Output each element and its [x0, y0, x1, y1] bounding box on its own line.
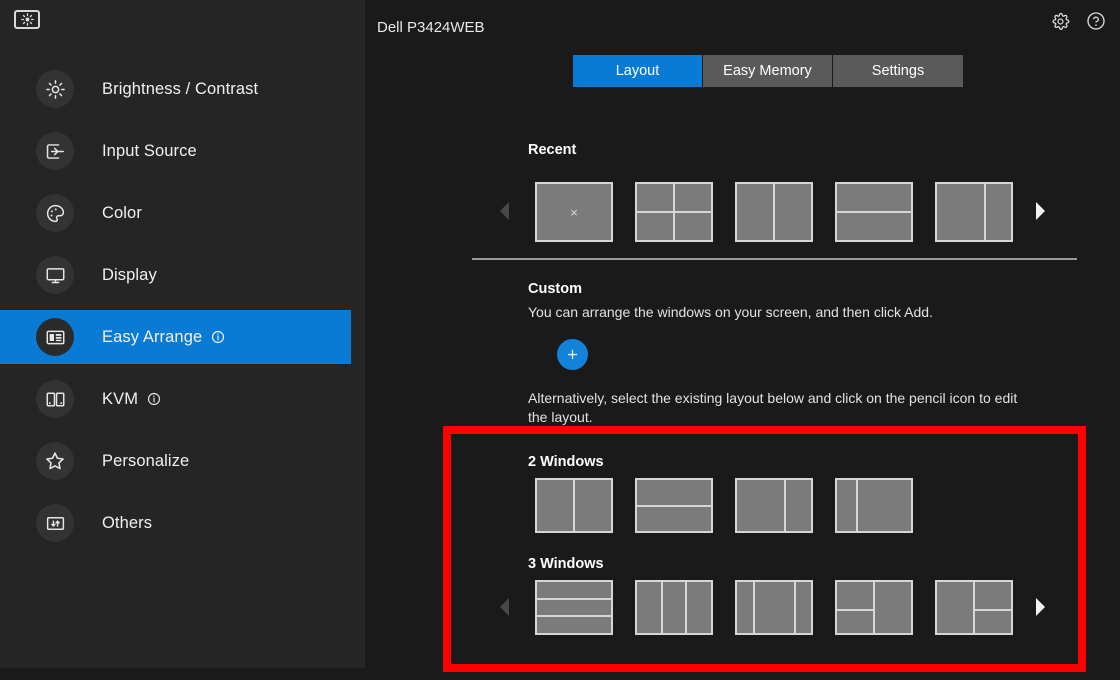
display-monitor-icon	[36, 256, 74, 294]
sidebar-item-input-source[interactable]: Input Source	[0, 124, 365, 178]
divider-vertical	[794, 582, 796, 633]
sidebar-item-display[interactable]: Display	[0, 248, 365, 302]
divider-vertical	[856, 480, 858, 531]
header-icon-group	[1051, 11, 1106, 36]
tab-easy-memory[interactable]: Easy Memory	[703, 55, 833, 87]
sidebar-item-easy-arrange[interactable]: Easy Arrange	[0, 310, 351, 364]
preset-3w-3-columns-narrow-wide-narrow[interactable]	[735, 580, 813, 635]
three-windows-prev-arrow[interactable]	[499, 597, 510, 622]
info-icon[interactable]	[147, 392, 161, 406]
recent-section-title: Recent	[528, 142, 576, 158]
divider-horizontal	[974, 609, 1011, 611]
divider-vertical	[685, 582, 687, 633]
recent-layout-2-columns-65-35[interactable]	[935, 182, 1013, 242]
sidebar-item-label: Personalize	[102, 452, 189, 471]
preset-3w-3-columns-equal[interactable]	[635, 580, 713, 635]
tab-bar: Layout Easy Memory Settings	[573, 55, 963, 87]
sidebar-item-label: Easy Arrange	[102, 328, 225, 347]
star-icon	[36, 442, 74, 480]
divider-horizontal	[637, 505, 711, 507]
three-windows-title: 3 Windows	[528, 556, 604, 572]
gear-icon[interactable]	[1051, 12, 1070, 36]
info-icon[interactable]	[211, 330, 225, 344]
custom-alternative-text: Alternatively, select the existing layou…	[528, 389, 1018, 427]
sidebar-item-label: Input Source	[102, 142, 197, 161]
divider-vertical	[573, 480, 575, 531]
kvm-icon	[36, 380, 74, 418]
sidebar: Brightness / Contrast Input Source	[0, 0, 365, 668]
input-source-icon	[36, 132, 74, 170]
add-layout-button[interactable]	[557, 339, 588, 370]
divider-vertical	[873, 582, 875, 633]
divider-vertical	[773, 184, 775, 240]
others-icon	[36, 504, 74, 542]
divider-vertical	[973, 582, 975, 633]
tab-layout[interactable]: Layout	[573, 55, 703, 87]
section-divider	[472, 258, 1077, 260]
page-title: Dell P3424WEB	[377, 19, 485, 36]
preset-2w-2-columns-65-35[interactable]	[735, 478, 813, 533]
help-circle-icon[interactable]	[1086, 11, 1106, 36]
sidebar-item-kvm[interactable]: KVM	[0, 372, 365, 426]
divider-horizontal	[837, 211, 911, 213]
divider-horizontal	[537, 598, 611, 600]
sidebar-item-label: Color	[102, 204, 142, 223]
preset-3w-3-rows-equal[interactable]	[535, 580, 613, 635]
divider-vertical	[984, 184, 986, 240]
preset-2w-2-columns-33-67[interactable]	[835, 478, 913, 533]
divider-horizontal	[537, 615, 611, 617]
divider-horizontal	[837, 609, 874, 611]
recent-layout-2-columns-equal[interactable]	[735, 182, 813, 242]
three-windows-next-arrow[interactable]	[1035, 597, 1046, 622]
preset-3w-left-full-right-split[interactable]	[935, 580, 1013, 635]
sidebar-item-label: Display	[102, 266, 157, 285]
recent-layout-2-rows-equal[interactable]	[835, 182, 913, 242]
custom-description: You can arrange the windows on your scre…	[528, 303, 1068, 322]
sidebar-item-label: Brightness / Contrast	[102, 80, 258, 99]
divider-vertical	[661, 582, 663, 633]
tab-settings[interactable]: Settings	[833, 55, 963, 87]
two-windows-title: 2 Windows	[528, 454, 604, 470]
custom-section-title: Custom	[528, 281, 582, 297]
brightness-icon	[36, 70, 74, 108]
sidebar-nav: Brightness / Contrast Input Source	[0, 62, 365, 558]
sidebar-item-color[interactable]: Color	[0, 186, 365, 240]
plus-icon	[565, 347, 580, 362]
divider-vertical	[753, 582, 755, 633]
divider-horizontal	[637, 211, 711, 213]
sidebar-item-others[interactable]: Others	[0, 496, 365, 550]
preset-3w-left-split-right-full[interactable]	[835, 580, 913, 635]
sidebar-item-label: Others	[102, 514, 152, 533]
sidebar-item-brightness-contrast[interactable]: Brightness / Contrast	[0, 62, 365, 116]
sidebar-item-personalize[interactable]: Personalize	[0, 434, 365, 488]
divider-vertical	[784, 480, 786, 531]
close-icon: ×	[537, 184, 611, 240]
preset-2w-2-columns-equal[interactable]	[535, 478, 613, 533]
color-palette-icon	[36, 194, 74, 232]
preset-2w-2-rows-equal[interactable]	[635, 478, 713, 533]
easy-arrange-icon	[36, 318, 74, 356]
sidebar-item-label: KVM	[102, 390, 161, 409]
easy-arrange-window: Brightness / Contrast Input Source	[0, 0, 1120, 680]
recent-layout-2x2-grid[interactable]	[635, 182, 713, 242]
recent-prev-arrow[interactable]	[499, 201, 510, 226]
recent-next-arrow[interactable]	[1035, 201, 1046, 226]
monitor-settings-icon[interactable]	[14, 10, 40, 29]
recent-layout-no-layout[interactable]: ×	[535, 182, 613, 242]
